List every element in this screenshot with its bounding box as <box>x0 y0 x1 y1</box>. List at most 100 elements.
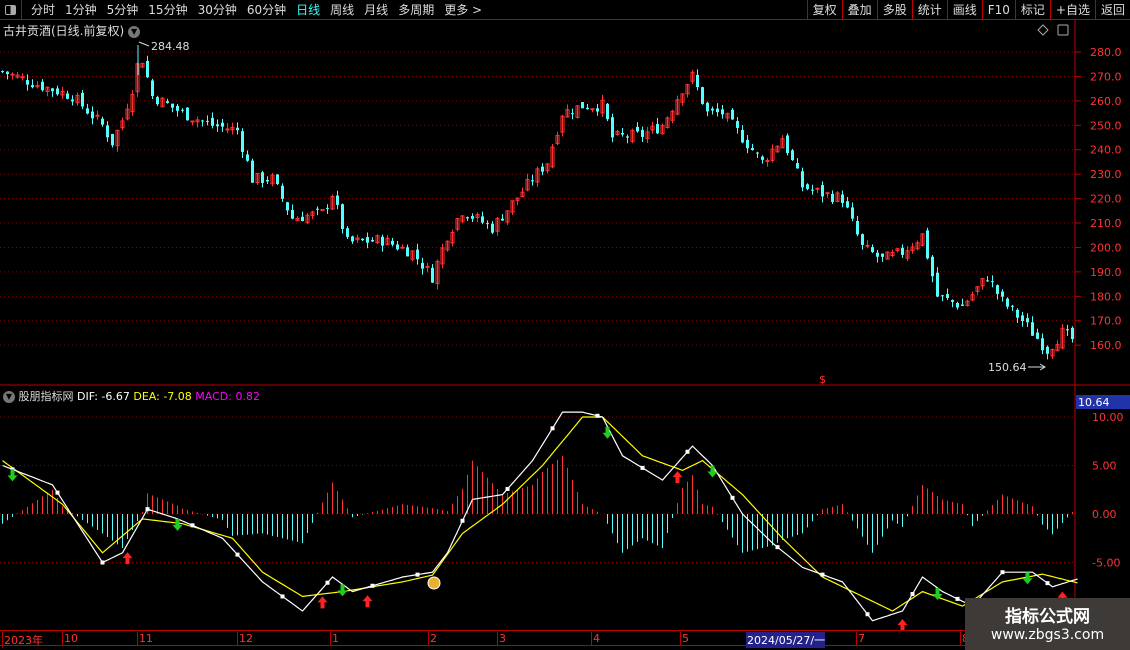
candle-body <box>56 88 59 95</box>
candle <box>811 184 814 195</box>
candle-body <box>596 108 599 112</box>
candle <box>140 62 145 68</box>
macd-tick-label: 0.00 <box>1092 508 1117 521</box>
candle-body <box>951 300 954 302</box>
dif-marker <box>100 560 105 565</box>
price-tick-label: 190.0 <box>1090 266 1122 279</box>
candle <box>770 144 775 163</box>
watermark-url: www.zbgs3.com <box>990 627 1105 643</box>
candle-body <box>156 97 159 105</box>
date-label: 2023年 <box>2 632 43 648</box>
candle-body <box>741 130 744 143</box>
candle <box>270 172 275 187</box>
candle <box>915 240 920 251</box>
candle <box>385 235 390 246</box>
price-tick-label: 230.0 <box>1090 168 1122 181</box>
candle-body <box>1026 318 1029 323</box>
candle <box>406 244 409 257</box>
candle <box>101 116 104 127</box>
candle-body <box>486 223 489 225</box>
date-label: 10 <box>62 632 78 645</box>
candle <box>261 170 264 188</box>
candle <box>901 244 904 258</box>
low-pointer-icon <box>1028 363 1046 371</box>
candle <box>525 173 530 192</box>
candle <box>741 125 744 144</box>
dif-marker <box>865 612 870 617</box>
candle <box>440 243 445 269</box>
candle <box>471 213 474 222</box>
candle <box>251 158 254 183</box>
candle <box>330 194 335 210</box>
candle-body <box>731 109 734 120</box>
candle-body <box>336 195 339 205</box>
candle <box>751 143 754 151</box>
date-label: 5 <box>680 632 689 645</box>
candle <box>266 176 269 184</box>
candle <box>106 121 109 142</box>
candle <box>706 101 709 117</box>
candle-body <box>701 87 704 104</box>
candle <box>801 167 804 192</box>
candle-body <box>961 304 964 306</box>
dif-marker <box>955 596 960 601</box>
candle <box>45 86 50 97</box>
dif-marker <box>145 507 150 512</box>
candle-body <box>400 246 405 249</box>
dif-marker <box>415 572 420 577</box>
candle-body <box>111 133 114 146</box>
candle-body <box>95 114 100 117</box>
date-label: 3 <box>497 632 506 645</box>
candle-body <box>1031 322 1034 336</box>
candle <box>115 129 120 152</box>
candle <box>535 166 540 187</box>
candle <box>295 216 300 222</box>
candle <box>611 113 614 143</box>
price-tick-label: 170.0 <box>1090 315 1122 328</box>
candle-body <box>301 216 304 222</box>
candle <box>310 210 315 220</box>
candle-body <box>756 152 759 154</box>
candle <box>156 95 159 106</box>
dif-marker <box>685 449 690 454</box>
candle-body <box>721 109 724 115</box>
candle <box>656 117 659 135</box>
chart-canvas[interactable]: 280.0270.0260.0250.0240.0230.0220.0210.0… <box>0 0 1130 650</box>
candle-body <box>320 209 325 212</box>
candle <box>670 109 675 124</box>
date-label: 11 <box>137 632 153 645</box>
candle <box>171 103 174 113</box>
candle-body <box>241 131 244 152</box>
candle-body <box>341 204 344 229</box>
candle <box>281 183 284 202</box>
candle <box>650 121 655 134</box>
candle <box>851 202 854 222</box>
candle-body <box>371 239 374 242</box>
candle-body <box>211 117 214 126</box>
candle-body <box>66 93 69 99</box>
candle <box>861 233 864 250</box>
candle <box>181 108 184 113</box>
candle-body <box>51 88 54 92</box>
price-tick-label: 270.0 <box>1090 70 1122 83</box>
candle-body <box>706 102 709 112</box>
candle <box>176 103 179 117</box>
candle <box>445 240 450 252</box>
candle-body <box>396 244 399 250</box>
candle <box>371 237 374 242</box>
candle-body <box>656 123 659 134</box>
candle-body <box>996 285 999 294</box>
candle <box>486 220 489 229</box>
candle-body <box>956 302 959 308</box>
candle <box>276 173 279 185</box>
date-axis: 2023年101112123452024/05/27/一78 <box>0 630 1075 648</box>
candle <box>910 242 915 254</box>
candle-body <box>466 217 469 219</box>
candle-body <box>261 172 264 183</box>
candle-body <box>590 108 595 111</box>
sell-arrow-icon <box>707 465 718 478</box>
sell-arrow-icon <box>1022 572 1033 585</box>
candle-body <box>266 179 269 182</box>
candle-body <box>86 108 89 114</box>
candle-body <box>851 207 854 219</box>
